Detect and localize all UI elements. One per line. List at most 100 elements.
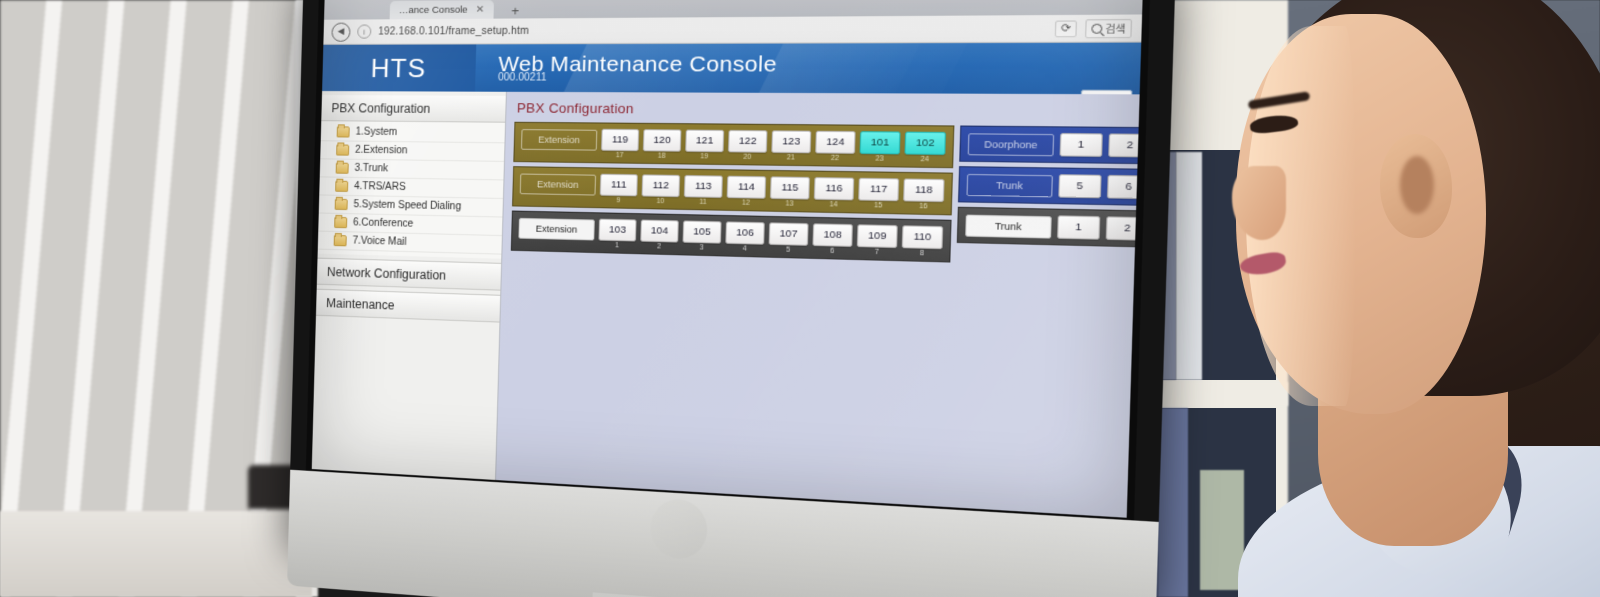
extension-cell[interactable]: 114 12: [726, 175, 767, 207]
trunk-button[interactable]: 1: [1057, 215, 1101, 240]
extension-button[interactable]: 108: [812, 223, 853, 247]
extension-cell[interactable]: 113 11: [683, 175, 723, 206]
extension-button[interactable]: 118: [903, 178, 945, 203]
port-number: 5: [785, 246, 791, 254]
extension-button[interactable]: 110: [901, 225, 944, 250]
sidebar-item-label: 7.Voice Mail: [352, 235, 407, 248]
extension-cell[interactable]: 118 16: [903, 178, 945, 211]
close-icon[interactable]: ✕: [476, 4, 485, 15]
extension-button[interactable]: 119: [601, 128, 640, 152]
extension-cell[interactable]: 124 22: [815, 130, 856, 162]
extension-button[interactable]: 117: [858, 177, 900, 202]
sidebar-item-label: 4.TRS/ARS: [353, 180, 406, 194]
extension-cell[interactable]: 116 14: [813, 177, 855, 209]
extension-button[interactable]: 109: [856, 224, 898, 249]
back-arrow-icon[interactable]: ◄: [331, 22, 351, 42]
sidebar-heading-pbx[interactable]: PBX Configuration: [321, 95, 506, 123]
row-label: Trunk: [965, 214, 1052, 239]
extension-cell[interactable]: 112 10: [641, 174, 681, 205]
office-scene: …ance Console ✕ + ◄ i 192.168.0.101/fram…: [0, 0, 1600, 597]
port-number: 20: [743, 153, 752, 162]
extension-cell[interactable]: 121 19: [685, 129, 725, 161]
extension-button-active[interactable]: 102: [904, 131, 946, 155]
extension-button[interactable]: 124: [815, 130, 856, 154]
extension-cell[interactable]: 106 4: [725, 221, 765, 253]
folder-icon: [335, 162, 349, 174]
extension-button[interactable]: 105: [682, 220, 722, 244]
extension-button[interactable]: 104: [640, 219, 679, 243]
extension-button[interactable]: 115: [769, 176, 810, 200]
extension-cell[interactable]: 122 20: [727, 129, 768, 161]
extension-cell[interactable]: 119 17: [601, 128, 640, 159]
extension-cell[interactable]: 111 9: [599, 173, 638, 204]
sidebar-item-voice-mail[interactable]: 7.Voice Mail: [317, 231, 502, 255]
extension-button[interactable]: 103: [598, 218, 637, 242]
row-label: Trunk: [966, 173, 1053, 197]
sidebar-item-label: 3.Trunk: [354, 162, 389, 175]
extension-cell[interactable]: 123 21: [771, 130, 812, 162]
port-number: 22: [830, 154, 840, 163]
extension-cell[interactable]: 109 7: [856, 224, 898, 256]
trunk-row: Trunk 5 6 7 8: [957, 166, 1140, 208]
browser-tab[interactable]: …ance Console ✕: [389, 0, 495, 20]
language-selector[interactable]: English: [1080, 89, 1133, 95]
extension-cell[interactable]: 115 13: [769, 176, 810, 208]
extension-cell-active[interactable]: 101 23: [859, 131, 901, 163]
doorphone-button[interactable]: 1: [1059, 133, 1103, 157]
new-tab-icon[interactable]: +: [504, 3, 527, 19]
site-info-icon[interactable]: i: [357, 24, 372, 39]
port-number: 3: [699, 244, 704, 252]
extension-button[interactable]: 116: [813, 177, 855, 201]
trunk-button[interactable]: 5: [1058, 174, 1102, 199]
window-sill: [0, 511, 312, 597]
computer-monitor: …ance Console ✕ + ◄ i 192.168.0.101/fram…: [287, 0, 1176, 597]
extension-cell[interactable]: 108 6: [812, 223, 853, 255]
port-number: 23: [875, 155, 884, 163]
folder-icon: [336, 144, 350, 156]
search-button[interactable]: 검색: [1085, 18, 1133, 38]
extension-cell[interactable]: 107 5: [768, 222, 809, 254]
sidebar-item-label: 2.Extension: [354, 144, 408, 157]
app-header: HTS Web Maintenance Console 000.00211 En…: [322, 42, 1142, 95]
extension-button[interactable]: 123: [771, 130, 812, 154]
extension-button[interactable]: 120: [642, 129, 682, 152]
extension-button[interactable]: 121: [685, 129, 725, 153]
address-bar[interactable]: 192.168.0.101/frame_setup.htm: [378, 22, 1047, 37]
extension-cell[interactable]: 117 15: [858, 177, 900, 210]
person-at-desk: [1128, 0, 1600, 597]
extension-button[interactable]: 112: [641, 174, 681, 198]
sidebar-heading-network[interactable]: Network Configuration: [316, 257, 502, 291]
sidebar-item-label: 6.Conference: [352, 217, 414, 230]
extension-button[interactable]: 107: [768, 222, 809, 246]
ear-inner: [1400, 156, 1434, 214]
search-label: 검색: [1105, 22, 1126, 35]
reload-icon[interactable]: ⟳: [1054, 19, 1078, 37]
doorphone-row: Doorphone 1 2: [959, 125, 1140, 166]
port-number: 4: [742, 245, 747, 253]
folder-icon: [335, 180, 349, 192]
app-body: PBX Configuration 1.System 2.Extension 3…: [311, 91, 1140, 518]
extension-cell[interactable]: 104 2: [640, 219, 679, 251]
sidebar-pbx-list: 1.System 2.Extension 3.Trunk 4.TRS/ARS 5…: [317, 121, 506, 259]
port-map-panel: Extension 119 17 120 18 121 19 122 20 123 21 …: [510, 121, 1140, 272]
extension-button[interactable]: 114: [726, 175, 767, 199]
sidebar-item-system[interactable]: 1.System: [320, 123, 506, 144]
extension-cell[interactable]: 110 8: [901, 225, 944, 257]
extension-button-active[interactable]: 101: [859, 131, 901, 155]
trunk-grid: Doorphone 1 2 Trunk 5 6 7 8: [956, 125, 1140, 275]
extension-cell-active[interactable]: 102 24: [904, 131, 946, 164]
extension-cell[interactable]: 105 3: [682, 220, 722, 252]
sidebar-heading-maintenance[interactable]: Maintenance: [315, 288, 501, 323]
port-number: 12: [741, 199, 751, 208]
extension-cell[interactable]: 120 18: [642, 129, 682, 160]
extension-button[interactable]: 106: [725, 221, 765, 245]
extension-button[interactable]: 122: [727, 129, 768, 153]
port-number: 6: [829, 247, 835, 256]
row-label: Extension: [518, 217, 595, 240]
extension-button[interactable]: 113: [683, 175, 723, 198]
port-number: 7: [874, 248, 879, 257]
folder-icon: [334, 216, 348, 229]
extension-cell[interactable]: 103 1: [598, 218, 637, 249]
port-number: 16: [918, 202, 928, 211]
extension-button[interactable]: 111: [599, 173, 638, 197]
